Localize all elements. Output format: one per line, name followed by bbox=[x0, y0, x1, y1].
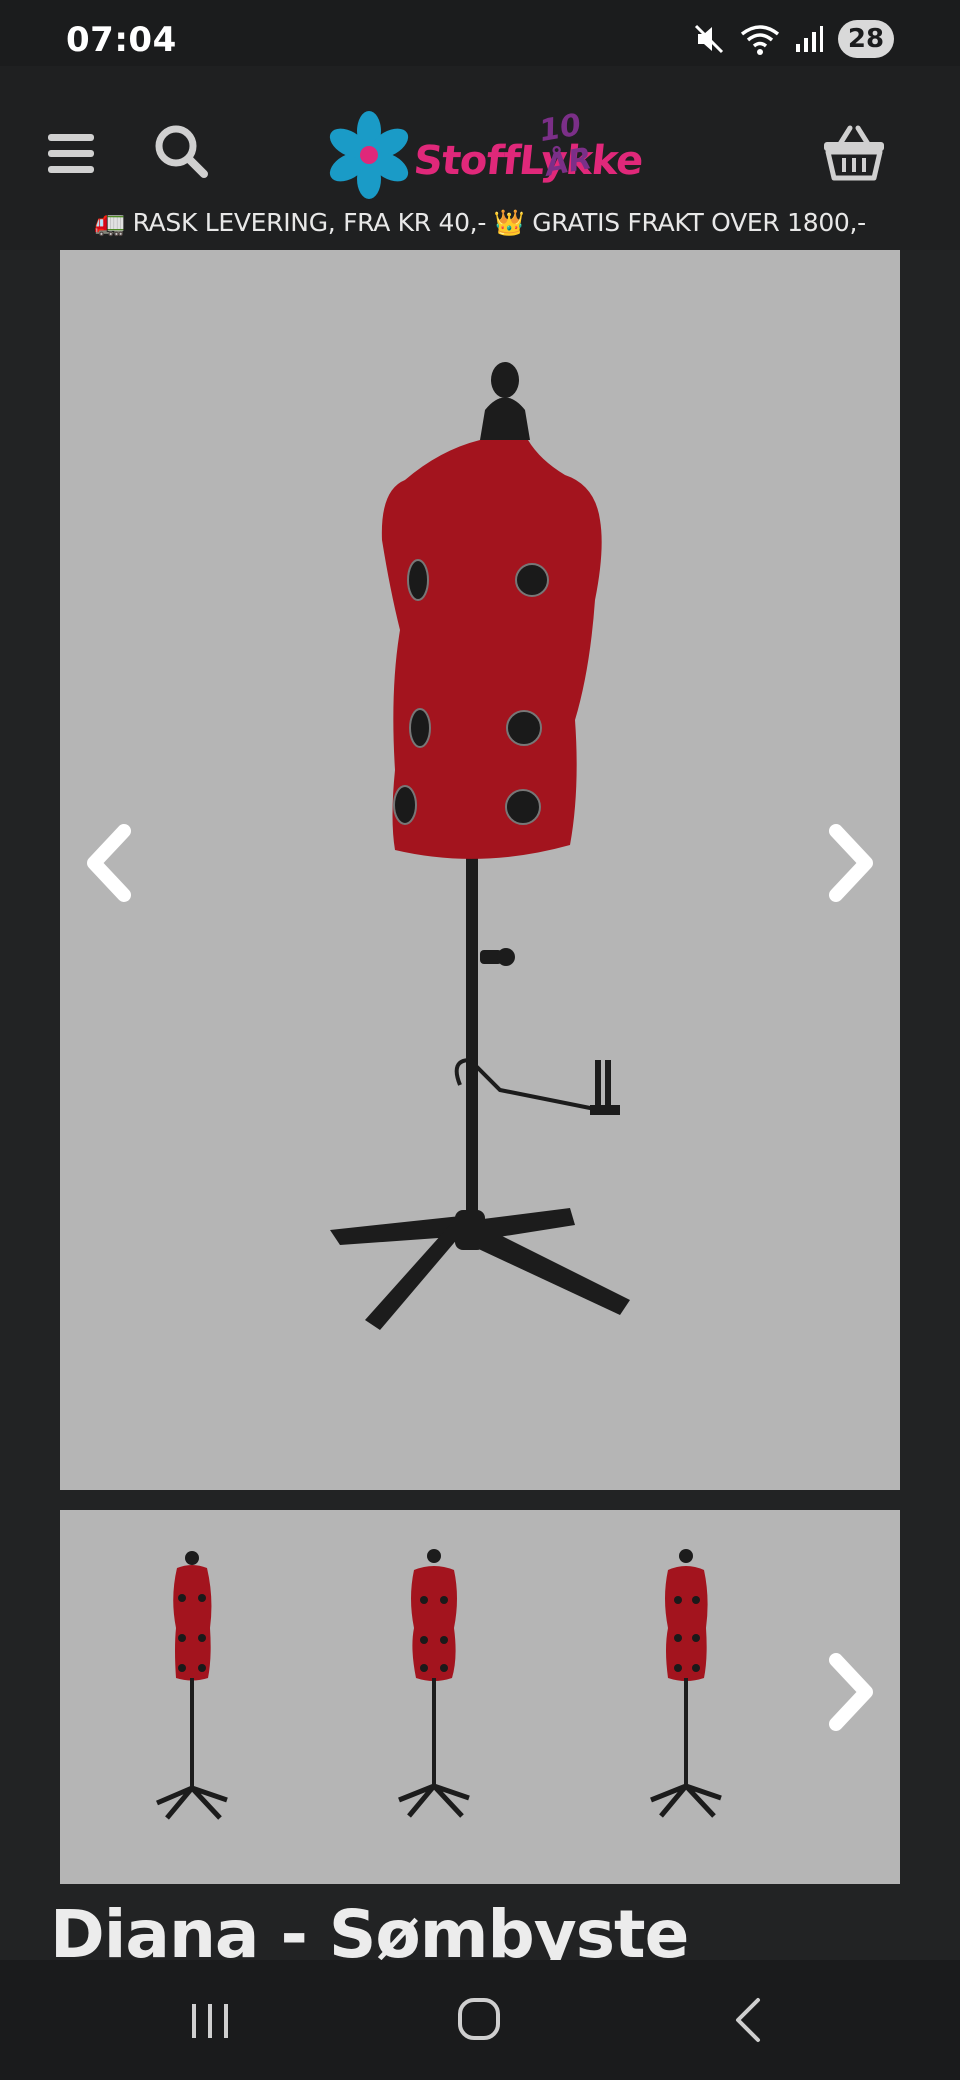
status-bar: 07:04 28 bbox=[0, 0, 960, 66]
search-icon bbox=[155, 125, 208, 178]
promo-free-shipping-text: GRATIS FRAKT OVER 1800,- bbox=[532, 208, 866, 237]
chevron-right-icon bbox=[829, 824, 873, 902]
crown-emoji-icon: 👑 bbox=[493, 208, 525, 237]
battery-indicator: 28 bbox=[838, 20, 894, 58]
status-icons: 28 bbox=[692, 20, 894, 58]
signal-icon bbox=[796, 26, 823, 52]
system-nav-bar bbox=[0, 1960, 960, 2080]
mannequin-image bbox=[330, 362, 630, 1330]
gallery-next-button[interactable] bbox=[822, 823, 878, 903]
thumbnail-2[interactable] bbox=[374, 1528, 494, 1868]
mannequin-thumbnail bbox=[398, 1549, 470, 1818]
hamburger-menu-icon bbox=[48, 134, 94, 173]
search-button[interactable] bbox=[152, 122, 212, 182]
status-time: 07:04 bbox=[66, 20, 177, 60]
thumbnail-strip bbox=[60, 1510, 900, 1884]
mute-icon bbox=[694, 24, 724, 54]
mannequin-thumbnail bbox=[650, 1549, 722, 1818]
wifi-icon bbox=[740, 25, 780, 55]
site-logo[interactable]: StoffLykke 10 ÅR bbox=[326, 104, 645, 204]
back-button[interactable] bbox=[720, 1990, 780, 2050]
chevron-right-icon bbox=[829, 1653, 873, 1731]
back-icon bbox=[736, 1998, 760, 2042]
home-button[interactable] bbox=[450, 1990, 510, 2050]
cart-button[interactable] bbox=[822, 124, 886, 182]
thumbnail-next-button[interactable] bbox=[822, 1652, 878, 1732]
promo-banner: 🚛 RASK LEVERING, FRA KR 40,- 👑 GRATIS FR… bbox=[0, 208, 960, 244]
thumbnail-1[interactable] bbox=[132, 1528, 252, 1868]
site-header: StoffLykke 10 ÅR 🚛 RASK LEVERING, FRA KR… bbox=[0, 66, 960, 250]
thumbnail-3[interactable] bbox=[626, 1528, 746, 1868]
recent-apps-icon bbox=[192, 2004, 228, 2038]
flower-logo-icon bbox=[329, 111, 409, 199]
recent-apps-button[interactable] bbox=[180, 1990, 240, 2050]
home-icon bbox=[458, 1998, 500, 2040]
gallery-prev-button[interactable] bbox=[82, 823, 138, 903]
hamburger-menu-button[interactable] bbox=[46, 130, 98, 178]
basket-icon bbox=[824, 125, 884, 181]
truck-emoji-icon: 🚛 bbox=[94, 208, 125, 237]
mannequin-thumbnail bbox=[156, 1551, 228, 1820]
chevron-left-icon bbox=[87, 824, 131, 902]
product-title: Diana - Sømbyste bbox=[50, 1896, 689, 1960]
product-main-image[interactable] bbox=[60, 250, 900, 1490]
promo-delivery-text: RASK LEVERING, FRA KR 40,- bbox=[132, 208, 487, 237]
